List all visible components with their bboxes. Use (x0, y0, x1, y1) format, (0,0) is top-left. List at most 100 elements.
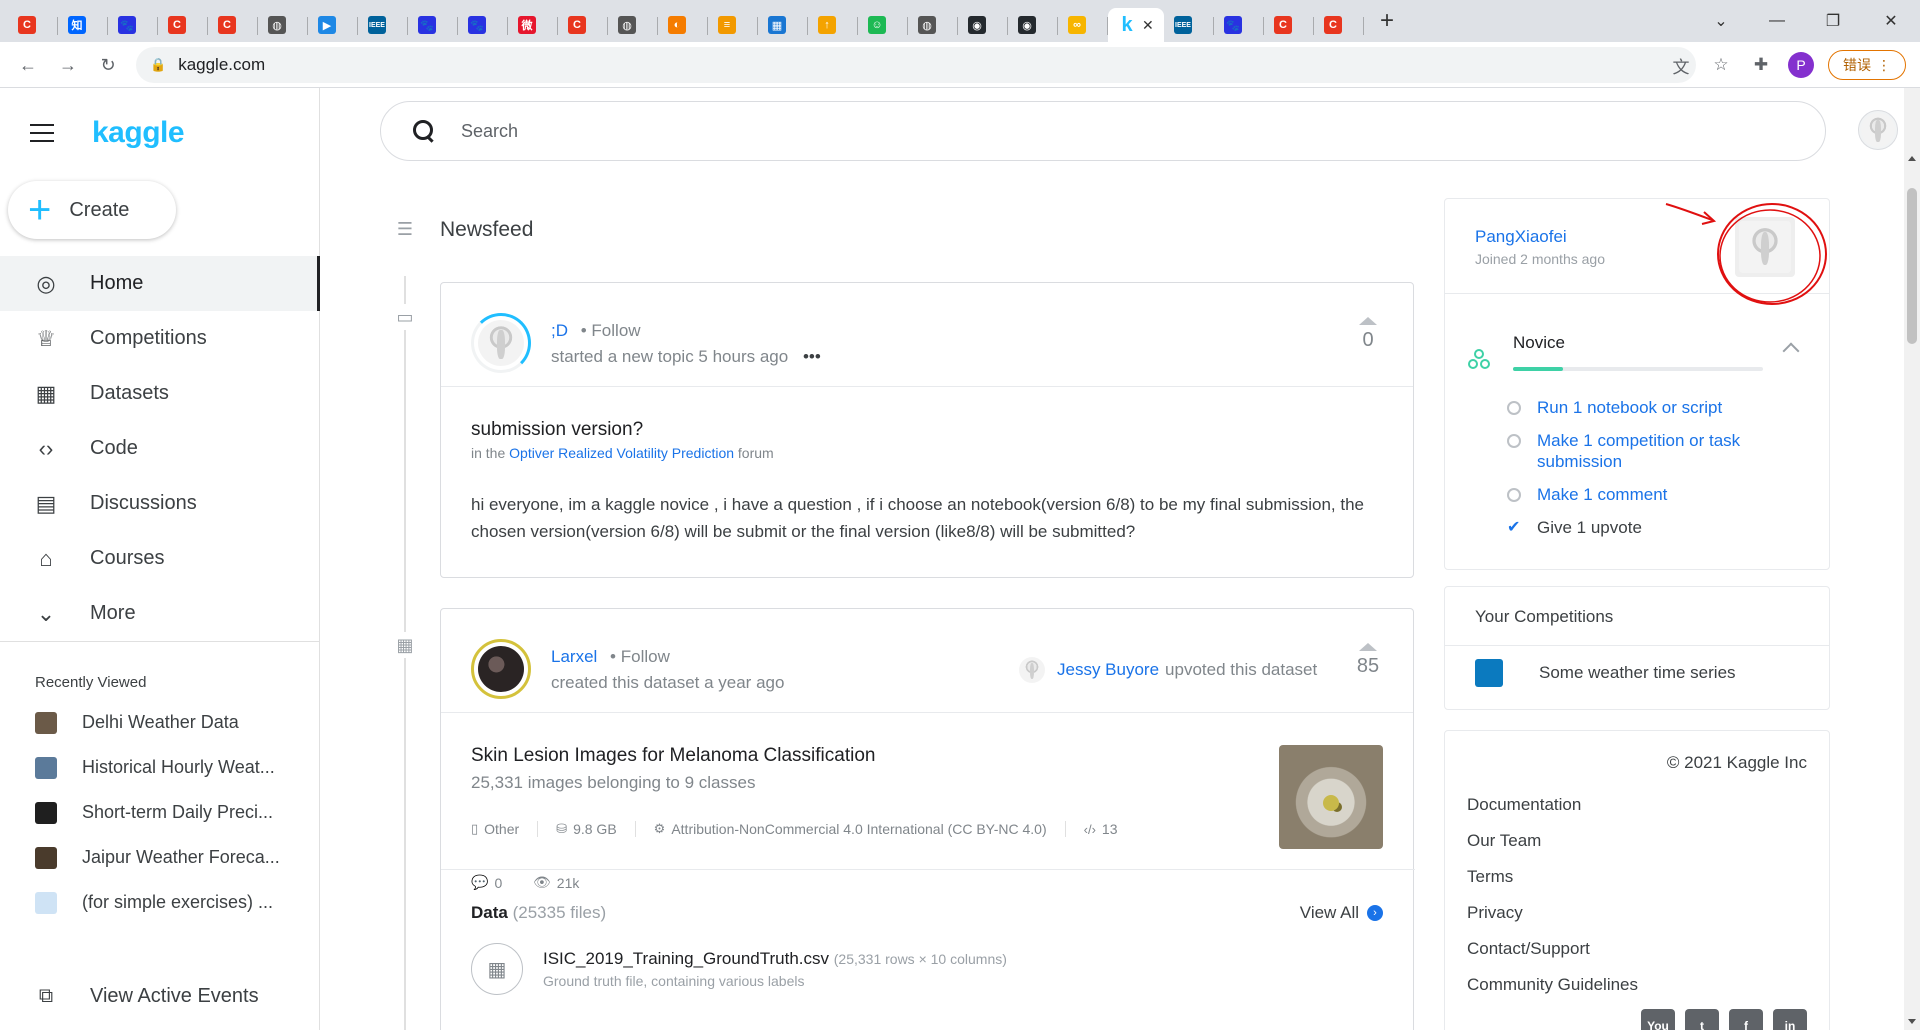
post-vote[interactable]: 0 (1353, 317, 1383, 352)
sidebar-item-datasets[interactable]: ▦ Datasets (0, 366, 320, 421)
tab-close-icon[interactable]: ✕ (1142, 17, 1154, 34)
page-scrollbar[interactable] (1904, 88, 1920, 1030)
footer-link[interactable]: Community Guidelines (1467, 967, 1638, 1003)
upvoter-name[interactable]: Jessy Buyore (1057, 660, 1159, 680)
dataset-author-avatar[interactable] (471, 639, 531, 699)
browser-tab[interactable]: C (1314, 8, 1364, 42)
dataset-author-link[interactable]: Larxel (551, 647, 597, 666)
browser-tab[interactable]: 微 (508, 8, 558, 42)
tier-task[interactable]: Run 1 notebook or script (1507, 397, 1807, 418)
reload-icon[interactable]: ↻ (88, 45, 128, 85)
social-icon[interactable]: in (1773, 1009, 1807, 1030)
footer-link[interactable]: Documentation (1467, 787, 1638, 823)
browser-tab[interactable]: ∞ (1058, 8, 1108, 42)
browser-tab[interactable]: C (558, 8, 608, 42)
scroll-up-arrow[interactable] (1908, 156, 1916, 161)
recently-viewed-item[interactable]: Jaipur Weather Foreca... (35, 835, 320, 880)
create-button[interactable]: + Create (8, 181, 176, 239)
footer-link[interactable]: Privacy (1467, 895, 1638, 931)
footer-link[interactable]: Contact/Support (1467, 931, 1638, 967)
browser-tab[interactable]: ◍ (258, 8, 308, 42)
bookmark-star-icon[interactable]: ☆ (1708, 52, 1734, 78)
browser-tab[interactable]: ▶ (308, 8, 358, 42)
browser-tab[interactable]: 🐾 (108, 8, 158, 42)
tier-task[interactable]: Make 1 competition or task submission (1507, 430, 1807, 472)
error-button[interactable]: 错误 ⋮ (1828, 50, 1906, 80)
social-icon[interactable]: You (1641, 1009, 1675, 1030)
browser-tab[interactable]: IEEE (1164, 8, 1214, 42)
follow-link[interactable]: • Follow (581, 321, 641, 340)
footer-link[interactable]: Our Team (1467, 823, 1638, 859)
new-tab-button[interactable]: + (1370, 7, 1404, 35)
scroll-down-arrow[interactable] (1908, 1019, 1916, 1024)
browser-tab[interactable]: 🐾 (408, 8, 458, 42)
recently-viewed-item[interactable]: Short-term Daily Preci... (35, 790, 320, 835)
chevron-up-icon[interactable] (1782, 342, 1800, 360)
sidebar-item-code[interactable]: ‹› Code (0, 421, 320, 476)
more-options-icon[interactable]: ••• (803, 347, 821, 366)
recently-viewed-item[interactable]: Historical Hourly Weat... (35, 745, 320, 790)
browser-tab[interactable]: 🐾 (1214, 8, 1264, 42)
browser-tab[interactable]: C (158, 8, 208, 42)
browser-tab[interactable]: ≡ (708, 8, 758, 42)
kaggle-logo[interactable]: kaggle (92, 116, 185, 150)
menu-icon[interactable] (30, 124, 54, 142)
browser-tab[interactable]: ◉ (958, 8, 1008, 42)
sidebar-item-competitions[interactable]: ♕ Competitions (0, 311, 320, 366)
sidebar-item-home[interactable]: ◎ Home (0, 256, 320, 311)
close-window-button[interactable]: ✕ (1866, 6, 1916, 36)
footer-link[interactable]: Terms (1467, 859, 1638, 895)
dataset-thumbnail[interactable] (1279, 745, 1383, 849)
sidebar-item-discussions[interactable]: ▤ Discussions (0, 476, 320, 531)
social-icon[interactable]: f (1729, 1009, 1763, 1030)
browser-tab[interactable]: ↑ (808, 8, 858, 42)
recently-viewed-item[interactable]: Delhi Weather Data (35, 700, 320, 745)
upvote-arrow-icon[interactable] (1359, 317, 1377, 325)
browser-tab[interactable]: 知 (58, 8, 108, 42)
post-author-link[interactable]: ;D (551, 321, 568, 340)
sidebar-item-courses[interactable]: ⌂ Courses (0, 531, 320, 586)
dataset-title[interactable]: Skin Lesion Images for Melanoma Classifi… (471, 745, 875, 767)
tier-task[interactable]: Make 1 comment (1507, 484, 1807, 505)
translate-icon[interactable]: 文 (1668, 52, 1694, 78)
scrollbar-thumb[interactable] (1907, 188, 1917, 344)
recently-viewed-item[interactable]: (for simple exercises) ... (35, 880, 320, 925)
user-avatar[interactable] (1858, 110, 1898, 150)
follow-link[interactable]: • Follow (610, 647, 670, 666)
profile-avatar-image[interactable] (1735, 217, 1795, 277)
social-icon[interactable]: t (1685, 1009, 1719, 1030)
file-row[interactable]: ▦ ISIC_2019_Training_GroundTruth.csv (25… (471, 943, 1007, 995)
competition-item[interactable]: Some weather time series (1475, 659, 1736, 687)
comment-count[interactable]: 💬 0 (471, 874, 502, 891)
browser-tab[interactable]: ◐ (658, 8, 708, 42)
browser-tab[interactable]: C (1264, 8, 1314, 42)
browser-tab[interactable]: C (208, 8, 258, 42)
profile-avatar[interactable]: P (1788, 52, 1814, 78)
browser-tab[interactable]: ▦ (758, 8, 808, 42)
browser-tab[interactable]: IEEE (358, 8, 408, 42)
browser-tab[interactable]: C (8, 8, 58, 42)
extensions-icon[interactable]: ✚ (1748, 52, 1774, 78)
back-icon[interactable]: ← (8, 45, 48, 85)
view-active-events-link[interactable]: ⧉ View Active Events (32, 982, 259, 1010)
browser-tab[interactable]: k ✕ (1108, 8, 1164, 42)
browser-tab[interactable]: 🐾 (458, 8, 508, 42)
browser-tab[interactable]: ☺ (858, 8, 908, 42)
post-title[interactable]: submission version? (471, 419, 643, 441)
search-input[interactable]: Search (380, 101, 1826, 161)
tab-search-icon[interactable]: ⌄ (1696, 6, 1746, 36)
profile-name[interactable]: PangXiaofei (1475, 227, 1567, 247)
maximize-button[interactable]: ❐ (1808, 6, 1858, 36)
author-avatar[interactable] (471, 313, 531, 373)
forward-icon[interactable]: → (48, 45, 88, 85)
forum-link[interactable]: Optiver Realized Volatility Prediction (509, 445, 734, 461)
url-field[interactable]: 🔒 kaggle.com (136, 47, 1696, 83)
view-all-link[interactable]: View All › (1300, 903, 1383, 923)
browser-tab[interactable]: ◍ (608, 8, 658, 42)
minimize-button[interactable]: — (1752, 6, 1802, 36)
browser-tab[interactable]: ◉ (1008, 8, 1058, 42)
sidebar-item-more[interactable]: ⌄ More (0, 586, 320, 641)
upvote-arrow-icon[interactable] (1359, 643, 1377, 651)
dataset-vote[interactable]: 85 (1353, 643, 1383, 678)
upvoter-avatar[interactable] (1019, 657, 1045, 683)
